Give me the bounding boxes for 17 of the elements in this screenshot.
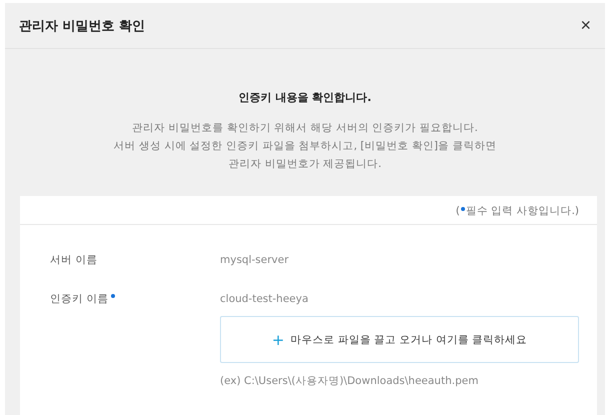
field-label: 인증키 이름 [50,292,108,306]
required-dot-icon [460,207,465,211]
dropzone-text: 마우스로 파일을 끌고 오거나 여기를 클릭하세요 [290,332,528,346]
required-note: 필수 입력 사항입니다.) [466,204,579,218]
field-label: 서버 이름 [50,253,98,267]
file-dropzone[interactable]: + 마우스로 파일을 끌고 오거나 여기를 클릭하세요 [220,316,579,363]
example-path: (ex) C:\Users\(사용자명)\Downloads\heeauth.pem [220,374,480,388]
intro-heading: 인증키 내용을 확인합니다. [238,90,372,105]
plus-icon: + [272,330,284,348]
field-value: cloud-test-heeya [220,293,308,305]
dialog-title: 관리자 비밀번호 확인 [19,18,146,34]
intro-text: 서버 생성 시에 설정한 인증키 파일을 첨부하시고, [비밀번호 확인]을 클릭하면 [114,139,496,154]
intro-text: 관리자 비밀번호가 제공됩니다. [228,157,382,172]
field-value: mysql-server [220,254,289,266]
note-bracket: ( [456,205,460,217]
close-button[interactable]: × [576,15,595,36]
intro-text: 관리자 비밀번호를 확인하기 위해서 해당 서버의 인증키가 필요합니다. [132,121,478,136]
